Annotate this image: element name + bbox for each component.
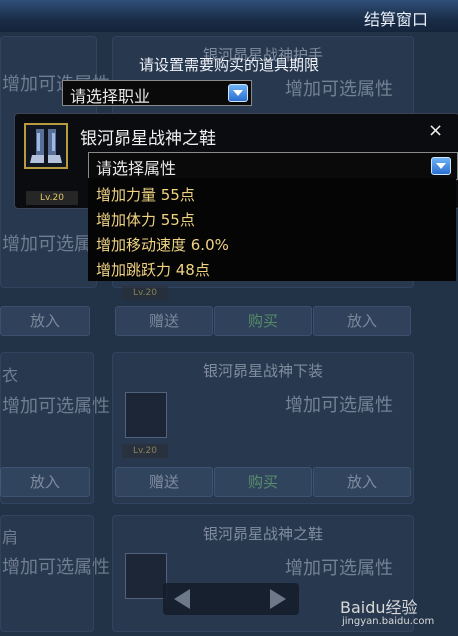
attr-option[interactable]: 增加体力 55点 xyxy=(96,209,195,230)
job-select-value: 请选择职业 xyxy=(70,87,151,106)
attr-dropdown-list: 增加力量 55点 增加体力 55点 增加移动速度 6.0% 增加跳跃力 48点 xyxy=(88,178,456,281)
card-name: 银河昴星战神下装 xyxy=(202,362,323,380)
watermark-url: jingyan.baidu.com xyxy=(342,616,435,627)
left-label-bot: 肩 xyxy=(2,528,19,547)
chevron-down-icon[interactable] xyxy=(228,84,248,102)
card-attr[interactable]: 增加可选属性 xyxy=(285,391,393,417)
prev-page-icon[interactable] xyxy=(174,589,190,609)
boots-icon xyxy=(24,123,68,169)
next-page-icon[interactable] xyxy=(270,589,286,609)
watermark-brand: Baidu经验 xyxy=(340,598,418,617)
gift-button[interactable]: 赠送 xyxy=(115,306,213,336)
gift-button[interactable]: 赠送 xyxy=(115,467,213,497)
left-attr-3[interactable]: 增加可选属性 xyxy=(2,392,110,418)
left-label-mid: 衣 xyxy=(2,366,19,385)
buy-button[interactable]: 购买 xyxy=(214,306,312,336)
put-button[interactable]: 放入 xyxy=(313,467,411,497)
close-icon[interactable]: × xyxy=(428,120,443,141)
left-attr-4[interactable]: 增加可选属性 xyxy=(2,553,110,579)
item-name: 银河昴星战神之鞋 xyxy=(80,129,216,149)
card-name: 银河昴星战神之鞋 xyxy=(202,525,323,543)
prompt-text: 请设置需要购买的道具期限 xyxy=(138,56,319,74)
attr-option[interactable]: 增加跳跃力 48点 xyxy=(96,259,210,280)
put-button[interactable]: 放入 xyxy=(0,467,90,497)
attr-option[interactable]: 增加力量 55点 xyxy=(96,184,195,205)
attr-option[interactable]: 增加移动速度 6.0% xyxy=(96,234,229,255)
attr-select[interactable]: 请选择属性 xyxy=(88,152,458,180)
put-button[interactable]: 放入 xyxy=(0,306,90,336)
item-level: Lv.20 xyxy=(26,191,78,205)
job-select[interactable]: 请选择职业 xyxy=(62,80,252,106)
chevron-down-icon[interactable] xyxy=(431,157,451,175)
title-bar: 结算窗口 xyxy=(0,0,458,33)
item-thumb-mid xyxy=(125,392,167,438)
card-attr[interactable]: 增加可选属性 xyxy=(285,75,393,101)
lv-tag: Lv.20 xyxy=(122,286,168,300)
item-thumb-bot xyxy=(125,553,167,599)
lv-tag: Lv.20 xyxy=(122,444,168,458)
put-button[interactable]: 放入 xyxy=(313,306,411,336)
card-attr[interactable]: 增加可选属性 xyxy=(285,554,393,580)
window-title: 结算窗口 xyxy=(363,10,428,29)
attr-select-value: 请选择属性 xyxy=(96,159,177,178)
boots-art xyxy=(30,129,62,163)
buy-button[interactable]: 购买 xyxy=(214,467,312,497)
